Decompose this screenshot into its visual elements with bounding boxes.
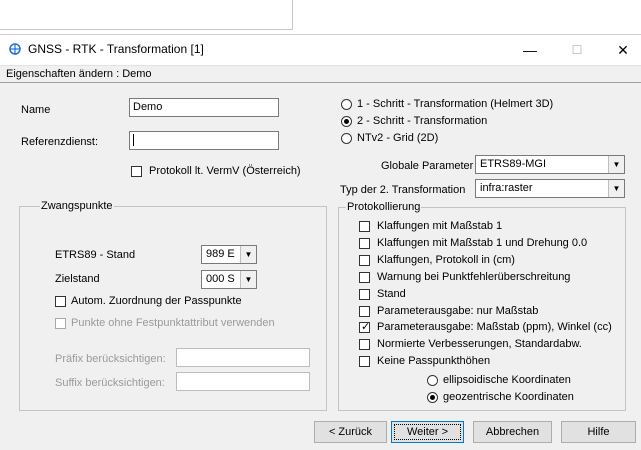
globale-parameter-select[interactable]: ETRS89-MGI ▼ [475,155,625,174]
back-button[interactable]: < Zurück [314,421,387,443]
radio-2-schritt[interactable] [341,116,352,127]
warnung-punktfehler-label: Warnung bei Punktfehlerüberschreitung [377,271,571,283]
chevron-down-icon[interactable]: ▼ [240,271,256,288]
protokoll-vermv-checkbox[interactable] [131,166,142,177]
suffix-input[interactable] [176,372,310,391]
klaffungen-massstab-label: Klaffungen mit Maßstab 1 [377,220,503,232]
punkte-ohne-festpunkt-checkbox[interactable] [55,318,66,329]
minimize-icon: — [523,42,537,58]
klaffungen-massstab-checkbox[interactable] [359,221,370,232]
stand-checkbox[interactable] [359,289,370,300]
zielstand-label: Zielstand [55,273,100,285]
klaffungen-drehung-checkbox[interactable] [359,238,370,249]
protokoll-vermv-label: Protokoll lt. VermV (Österreich) [149,165,301,177]
typ-transformation-label: Typ der 2. Transformation [340,184,466,196]
praefix-input[interactable] [176,348,310,367]
satellite-icon [9,43,21,55]
referenzdienst-input[interactable] [129,131,279,150]
zwangspunkte-title: Zwangspunkte [40,200,114,212]
checkmark-icon: ✓ [361,321,371,333]
parameter-massstab-label: Parameterausgabe: nur Maßstab [377,305,539,317]
autom-zuordnung-label: Autom. Zuordnung der Passpunkte [71,295,242,307]
autom-zuordnung-checkbox[interactable] [55,296,66,307]
parameter-massstab-checkbox[interactable] [359,306,370,317]
chevron-down-icon[interactable]: ▼ [240,246,256,263]
maximize-button[interactable]: ☐ [557,36,597,64]
help-button[interactable]: Hilfe [561,421,636,443]
radio-selected-dot [344,119,349,124]
typ-transformation-value: infra:raster [480,182,533,194]
window-title: GNSS - RTK - Transformation [1] [28,42,204,56]
globale-parameter-value: ETRS89-MGI [480,158,547,170]
name-label: Name [21,104,51,116]
cancel-button[interactable]: Abbrechen [473,421,552,443]
etrs89-stand-select[interactable]: 989 E ▼ [201,245,257,264]
background-field [0,0,293,30]
radio-ntv2-grid-label: NTv2 - Grid (2D) [357,132,439,144]
etrs89-stand-value: 989 E [206,248,235,260]
referenzdienst-label: Referenzdienst: [21,136,99,148]
minimize-button[interactable]: — [510,36,550,64]
protokollierung-title: Protokollierung [346,201,422,213]
subheader-text: Eigenschaften ändern : Demo [6,68,152,80]
normierte-verbesserungen-label: Normierte Verbesserungen, Standardabw. [377,338,582,350]
text-caret [133,134,134,147]
typ-transformation-select[interactable]: infra:raster ▼ [475,179,625,198]
radio-ellipsoidisch-label: ellipsoidische Koordinaten [443,374,571,386]
punkte-ohne-festpunkt-label: Punkte ohne Festpunktattribut verwenden [71,317,275,329]
radio-selected-dot [430,395,435,400]
close-button[interactable]: ✕ [603,36,641,64]
radio-ellipsoidisch[interactable] [427,375,438,386]
zielstand-select[interactable]: 000 S ▼ [201,270,257,289]
klaffungen-cm-checkbox[interactable] [359,255,370,266]
normierte-verbesserungen-checkbox[interactable] [359,339,370,350]
globale-parameter-label: Globale Parameter [381,160,474,172]
close-icon: ✕ [617,42,629,58]
etrs89-stand-label: ETRS89 - Stand [55,249,136,261]
next-button-label: Weiter > [406,426,449,438]
warnung-punktfehler-checkbox[interactable] [359,272,370,283]
parameter-ppm-winkel-checkbox[interactable]: ✓ [359,321,371,333]
chevron-down-icon[interactable]: ▼ [608,180,624,197]
name-input[interactable]: Demo [129,98,279,117]
parameter-ppm-winkel-label: Parameterausgabe: Maßstab (ppm), Winkel … [377,321,612,333]
klaffungen-drehung-label: Klaffungen mit Maßstab 1 und Drehung 0.0 [377,237,588,249]
radio-helmert-3d[interactable] [341,99,352,110]
stand-label: Stand [377,288,406,300]
next-button[interactable]: Weiter > [391,421,464,443]
radio-ntv2-grid[interactable] [341,133,352,144]
zielstand-value: 000 S [206,273,235,285]
radio-helmert-3d-label: 1 - Schritt - Transformation (Helmert 3D… [357,98,554,110]
suffix-label: Suffix berücksichtigen: [55,377,165,389]
praefix-label: Präfix berücksichtigen: [55,353,166,365]
radio-2-schritt-label: 2 - Schritt - Transformation [357,115,488,127]
maximize-icon: ☐ [571,43,583,57]
radio-geozentrisch[interactable] [427,392,438,403]
chevron-down-icon[interactable]: ▼ [608,156,624,173]
radio-geozentrisch-label: geozentrische Koordinaten [443,391,574,403]
klaffungen-cm-label: Klaffungen, Protokoll in (cm) [377,254,515,266]
keine-passpunkthoehen-label: Keine Passpunkthöhen [377,355,491,367]
keine-passpunkthoehen-checkbox[interactable] [359,356,370,367]
